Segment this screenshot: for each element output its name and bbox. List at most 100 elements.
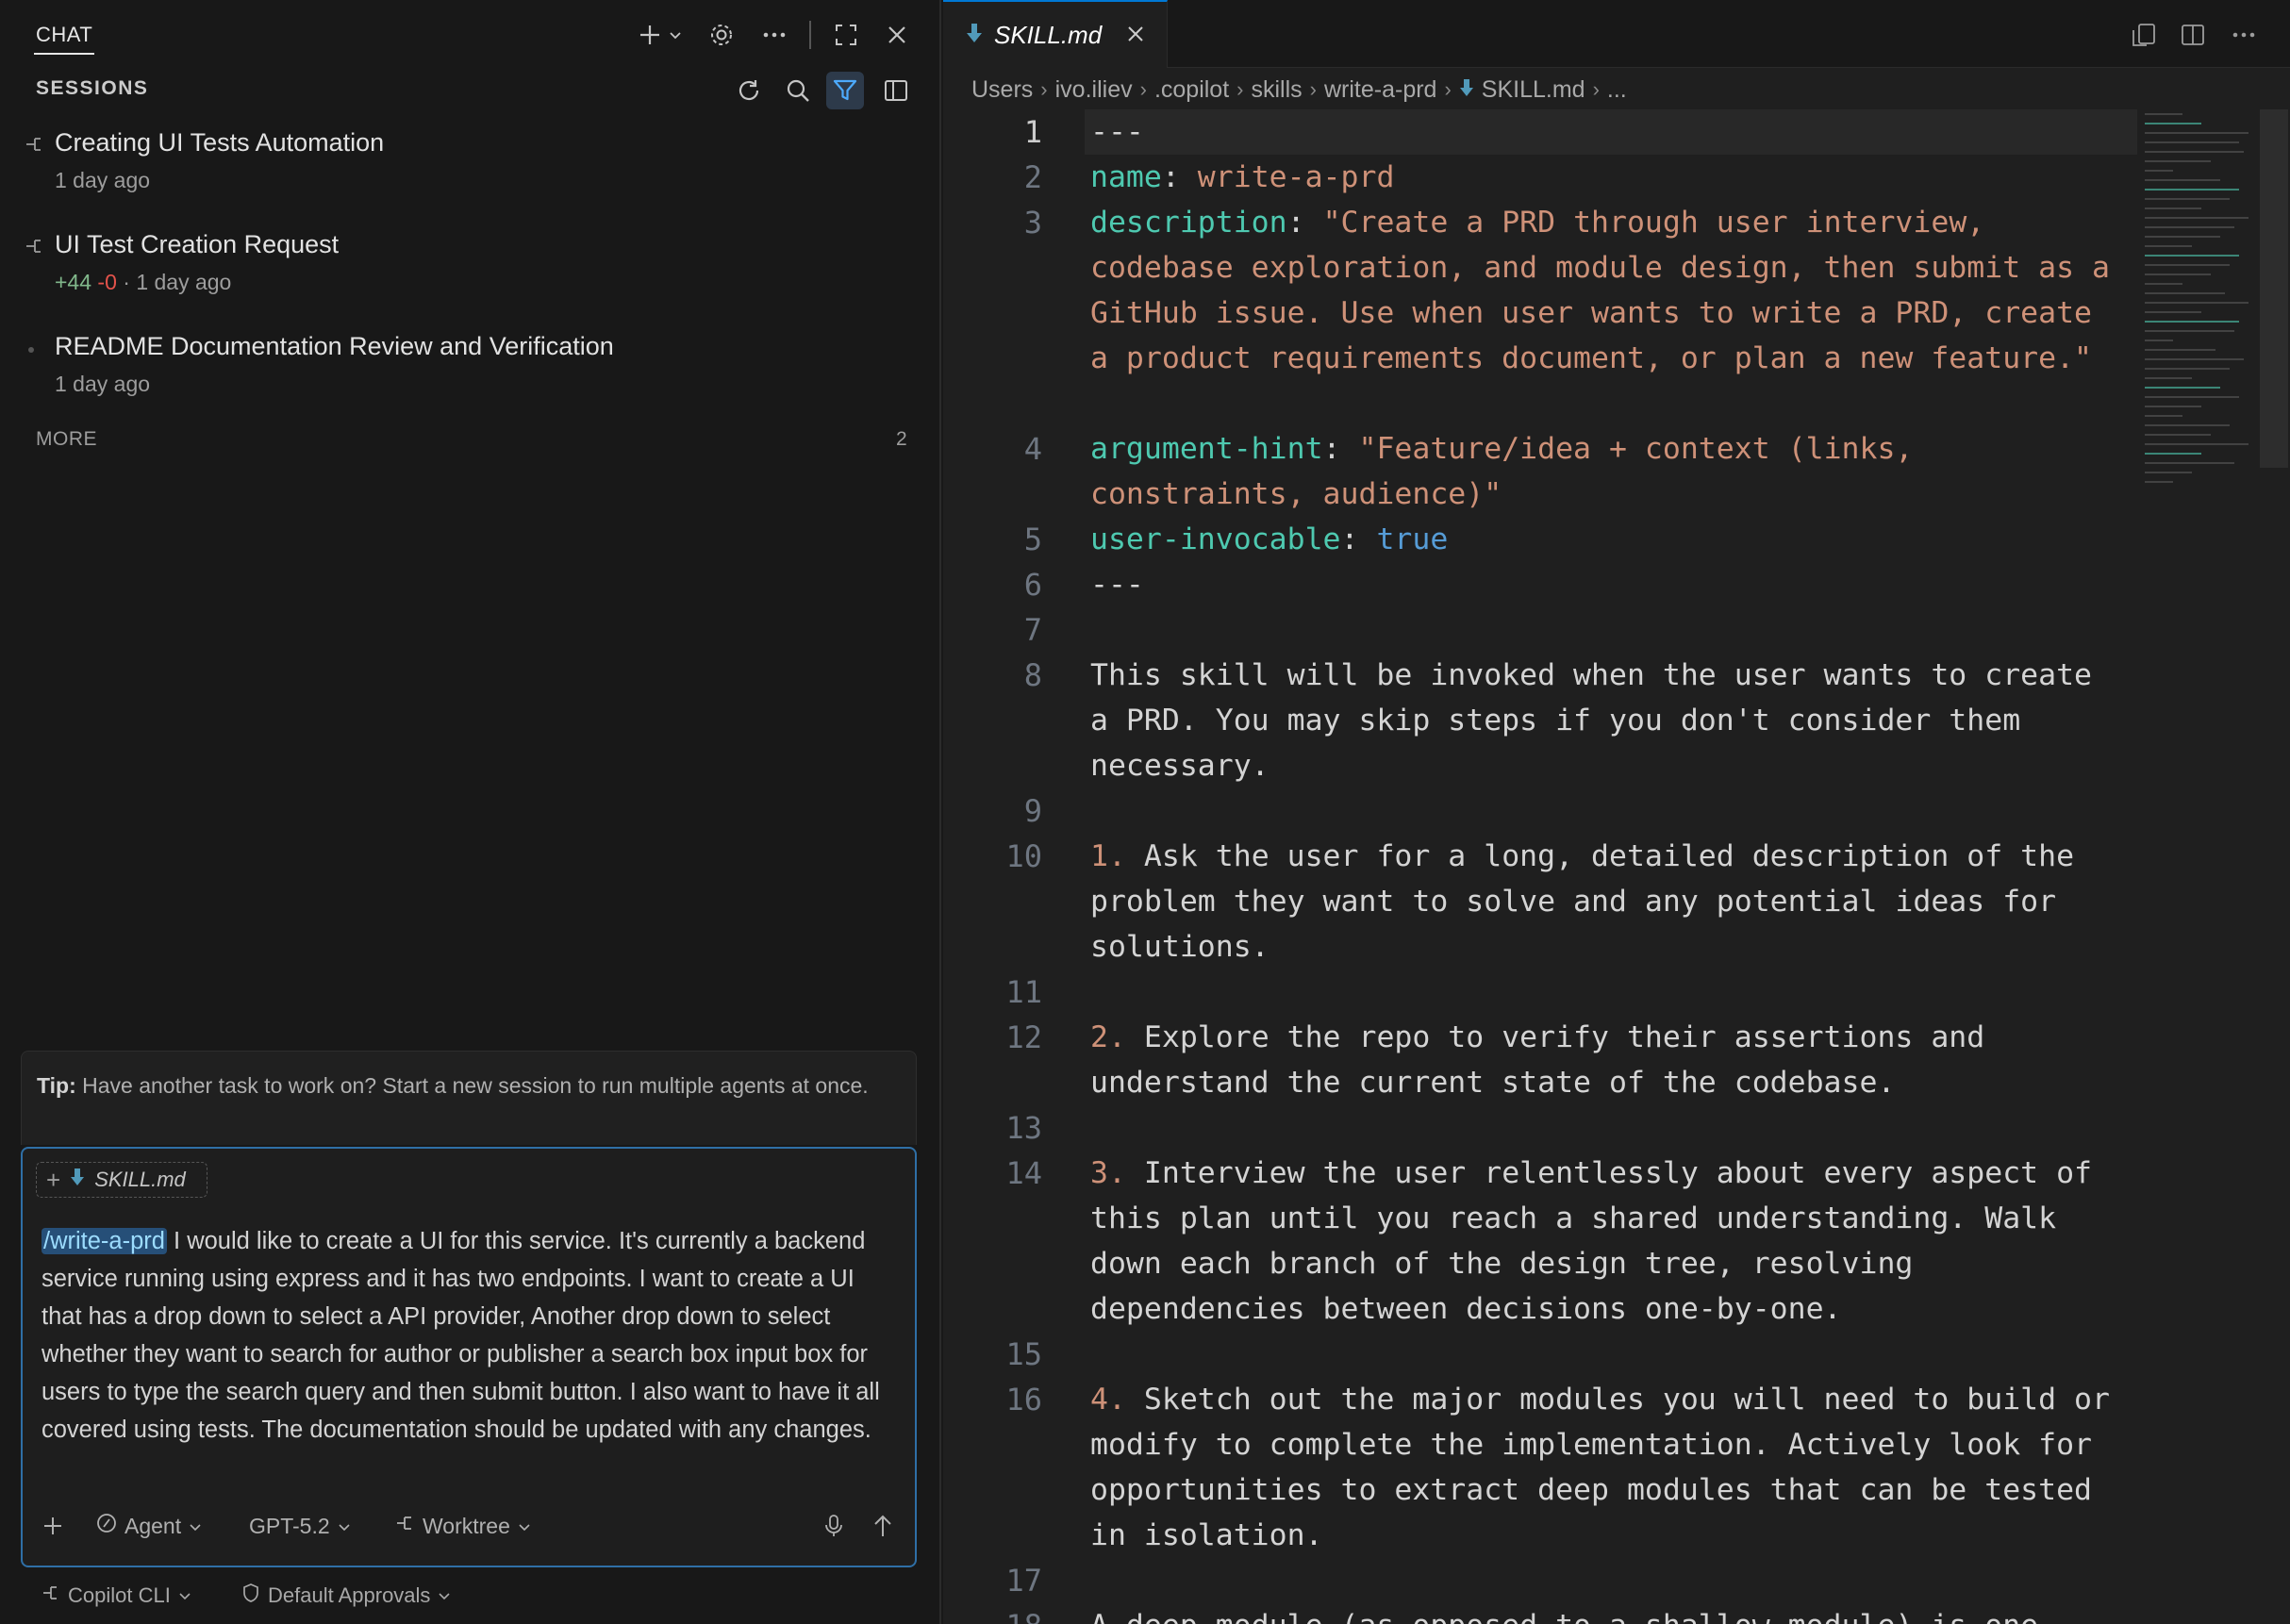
code-line[interactable]: 7 (943, 607, 2132, 653)
session-item[interactable]: README Documentation Review and Verifica… (0, 328, 939, 423)
gear-icon[interactable] (705, 19, 738, 51)
breadcrumb-item[interactable]: skills (1251, 76, 1302, 104)
chevron-right-icon: › (1309, 77, 1317, 101)
minimap-line (2145, 396, 2239, 398)
code-line[interactable]: 15 (943, 1332, 2132, 1377)
microphone-icon[interactable] (819, 1511, 849, 1541)
lines-added: +44 (55, 270, 92, 294)
session-item[interactable]: Creating UI Tests Automation 1 day ago (0, 124, 939, 219)
maximize-icon[interactable] (830, 19, 862, 51)
plus-icon[interactable] (634, 19, 666, 51)
split-editor-icon[interactable] (2177, 19, 2209, 51)
minimap-line (2145, 141, 2239, 143)
code-line[interactable]: 4 argument-hint: "Feature/idea + context … (943, 426, 2132, 517)
code-line[interactable]: 18 A deep module (as opposed to a shallow… (943, 1603, 2132, 1624)
minimap-line (2145, 170, 2173, 172)
shield-icon (241, 1583, 260, 1609)
code-line[interactable]: 9 (943, 788, 2132, 834)
chat-panel: CHAT SESSIONS Creating UI Tests Automati… (0, 0, 941, 1624)
split-panel-icon[interactable] (877, 72, 915, 109)
line-text: 3. Interview the user relentlessly about… (1090, 1156, 2110, 1326)
line-number: 12 (1005, 1019, 1042, 1055)
minimap[interactable] (2143, 109, 2256, 524)
code-line[interactable]: 17 (943, 1558, 2132, 1603)
editor-tab-bar: SKILL.md (943, 0, 2290, 68)
breadcrumb-item[interactable]: Users (971, 76, 1033, 104)
open-changes-icon[interactable] (2128, 19, 2160, 51)
vertical-scrollbar[interactable] (2260, 109, 2288, 468)
filter-icon[interactable] (826, 72, 864, 109)
attachment-chip[interactable]: + SKILL.md (36, 1162, 207, 1198)
prompt-input[interactable]: /write-a-prd I would like to create a UI… (41, 1222, 900, 1449)
code-line[interactable]: 10 1. Ask the user for a long, detailed d… (943, 834, 2132, 969)
breadcrumb-item[interactable]: .copilot (1154, 76, 1229, 104)
breadcrumb-item[interactable]: write-a-prd (1324, 76, 1436, 104)
code-line[interactable]: 12 2. Explore the repo to verify their as… (943, 1015, 2132, 1105)
minimap-line (2145, 387, 2220, 389)
chevron-down-icon (438, 1583, 451, 1608)
minimap-line (2145, 264, 2230, 266)
minimap-line (2145, 302, 2249, 304)
tab-skill-md[interactable]: SKILL.md (943, 0, 1168, 68)
code-line[interactable]: 6 --- (943, 562, 2132, 607)
session-title: README Documentation Review and Verifica… (55, 332, 614, 360)
add-icon[interactable] (38, 1511, 68, 1541)
line-number: 4 (1023, 431, 1042, 467)
add-context-icon[interactable]: + (46, 1166, 60, 1195)
minimap-line (2145, 255, 2239, 257)
session-title: Creating UI Tests Automation (55, 128, 385, 157)
minimap-line (2145, 434, 2211, 436)
line-number: 13 (1005, 1110, 1042, 1146)
search-icon[interactable] (779, 72, 817, 109)
session-item[interactable]: UI Test Creation Request +44 -0 · 1 day … (0, 226, 939, 321)
chevron-down-icon (338, 1514, 351, 1539)
line-number: 11 (1005, 974, 1042, 1010)
minimap-line (2145, 217, 2249, 219)
copilot-cli-label: Copilot CLI (68, 1583, 171, 1607)
session-status-dot (28, 347, 34, 353)
ellipsis-icon[interactable] (758, 19, 790, 51)
code-line[interactable]: 8 This skill will be invoked when the use… (943, 653, 2132, 788)
close-icon[interactable] (881, 19, 913, 51)
chat-input-box[interactable]: + SKILL.md /write-a-prd I would like to … (21, 1147, 917, 1567)
minimap-line (2145, 160, 2211, 162)
tip-label: Tip: (37, 1073, 76, 1098)
tab-label: SKILL.md (994, 20, 1103, 49)
copilot-cli-picker[interactable]: Copilot CLI (41, 1579, 191, 1613)
chat-tab-title[interactable]: CHAT (36, 23, 92, 47)
chevron-right-icon: › (1236, 77, 1244, 101)
breadcrumb-item[interactable]: ... (1607, 76, 1627, 104)
model-picker[interactable]: GPT-5.2 (249, 1509, 351, 1543)
code-line[interactable]: 14 3. Interview the user relentlessly abo… (943, 1151, 2132, 1332)
code-line[interactable]: 5 user-invocable: true (943, 517, 2132, 562)
ellipsis-icon[interactable] (2228, 19, 2260, 51)
chevron-down-icon[interactable] (664, 19, 687, 51)
refresh-icon[interactable] (730, 72, 768, 109)
minimap-line (2145, 151, 2244, 153)
breadcrumb-item[interactable]: SKILL.md (1482, 76, 1585, 104)
line-number: 5 (1023, 522, 1042, 557)
chevron-down-icon (518, 1514, 531, 1539)
line-text: user-invocable: true (1090, 522, 1449, 556)
code-line[interactable]: 16 4. Sketch out the major modules you wi… (943, 1377, 2132, 1558)
minimap-line (2145, 340, 2173, 341)
code-line[interactable]: 13 (943, 1105, 2132, 1151)
send-arrow-icon[interactable] (868, 1511, 898, 1541)
line-number: 8 (1023, 657, 1042, 693)
line-text: --- (1090, 115, 1144, 149)
mode-picker[interactable]: Agent (96, 1509, 202, 1543)
code-line[interactable]: 11 (943, 969, 2132, 1015)
close-icon[interactable] (1126, 21, 1145, 50)
minimap-line (2145, 406, 2201, 407)
minimap-line (2145, 462, 2234, 464)
code-line[interactable]: 1 --- (943, 109, 2137, 155)
more-sessions-toggle[interactable]: MORE (36, 428, 97, 451)
markdown-icon (966, 23, 983, 48)
workspace-picker[interactable]: Worktree (394, 1509, 531, 1543)
markdown-icon (70, 1168, 85, 1192)
chat-header: CHAT (0, 0, 939, 70)
code-line[interactable]: 2 name: write-a-prd (943, 155, 2132, 200)
approvals-picker[interactable]: Default Approvals (241, 1579, 451, 1613)
code-line[interactable]: 3 description: "Create a PRD through user… (943, 200, 2132, 426)
breadcrumb-item[interactable]: ivo.iliev (1055, 76, 1133, 104)
